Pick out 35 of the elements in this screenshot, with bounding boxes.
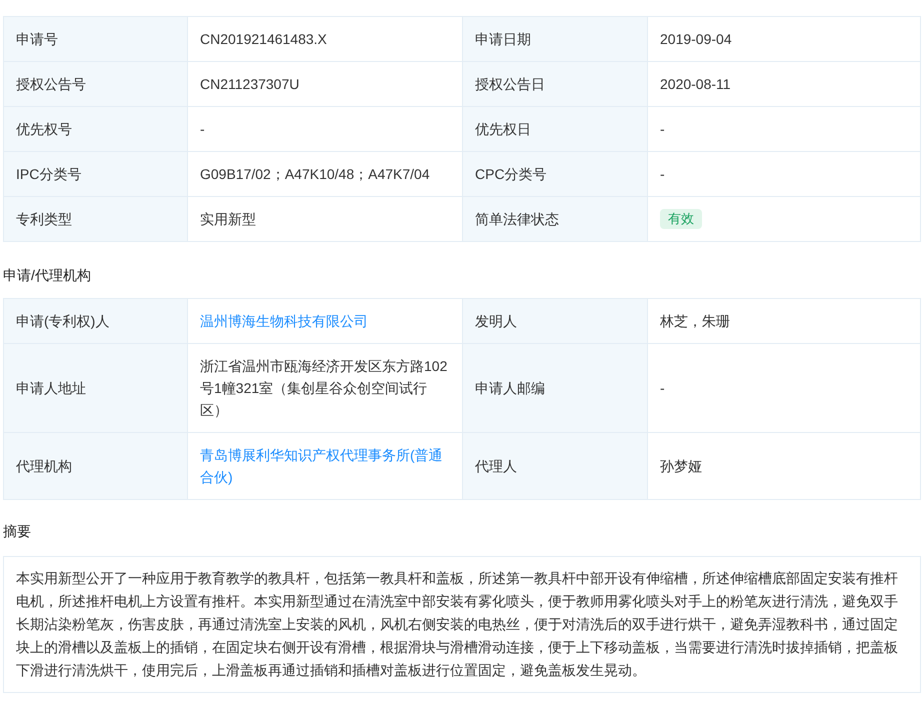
field-value: - bbox=[660, 379, 665, 398]
field-label: 申请号 bbox=[16, 30, 58, 49]
field-label: 代理人 bbox=[475, 457, 517, 476]
field-label: 申请人地址 bbox=[16, 379, 86, 398]
field-label: 申请人邮编 bbox=[475, 379, 545, 398]
field-value: CN211237307U bbox=[200, 75, 300, 94]
field-value: - bbox=[660, 120, 665, 139]
field-value: 2019-09-04 bbox=[660, 30, 732, 49]
field-label: 简单法律状态 bbox=[475, 210, 559, 229]
field-value: - bbox=[200, 120, 205, 139]
link[interactable]: 温州博海生物科技有限公司 bbox=[200, 310, 368, 332]
status-badge: 有效 bbox=[660, 209, 702, 229]
field-label: CPC分类号 bbox=[475, 165, 547, 184]
field-value: 实用新型 bbox=[200, 210, 256, 229]
field-label: 授权公告号 bbox=[16, 75, 86, 94]
field-value: 林芝，朱珊 bbox=[660, 312, 730, 331]
field-value: 浙江省温州市瓯海经济开发区东方路102号1幢321室（集创星谷众创空间试行区） bbox=[200, 357, 448, 420]
field-value: G09B17/02；A47K10/48；A47K7/04 bbox=[200, 165, 430, 184]
field-label: 申请(专利权)人 bbox=[16, 312, 110, 331]
field-label: 申请日期 bbox=[475, 30, 531, 49]
section-title: 摘要 bbox=[3, 523, 31, 539]
link[interactable]: 青岛博展利华知识产权代理事务所(普通合伙) bbox=[200, 444, 450, 488]
field-value: CN201921461483.X bbox=[200, 30, 327, 49]
field-label: 授权公告日 bbox=[475, 75, 545, 94]
field-label: 发明人 bbox=[475, 312, 517, 331]
field-value: 2020-08-11 bbox=[660, 75, 731, 94]
field-label: 代理机构 bbox=[16, 457, 72, 476]
field-value: - bbox=[660, 165, 665, 184]
field-value: 孙梦娅 bbox=[660, 457, 702, 476]
abstract-text: 本实用新型公开了一种应用于教育教学的教具杆，包括第一教具杆和盖板，所述第一教具杆中部开设有伸缩槽，所述伸缩槽底部固定安装有推杆电机，所述推杆电机上方设置有推杆。本实用新型通过在清洗室中部安装有雾化喷头，便于教师用雾化喷头对手上的粉笔灰进行清洗，避免双手长期沾染粉笔灰，伤害皮肤，再通过清洗室上安装的风机，风机右侧安装的电热丝，便于对清洗后的双手进行烘干，避免弄湿教科书，通过固定块上的滑槽以及盖板上的插销，在固定块右侧开设有滑槽，根据滑块与滑槽滑动连接，便于上下移动盖板，当需要进行清洗时拔掉插销，把盖板下滑进行清洗烘干，使用完后，上滑盖板再通过插销和插槽对盖板进行位置固定，避免盖板发生晃动。 bbox=[16, 569, 899, 680]
field-label: 优先权日 bbox=[475, 120, 531, 139]
field-label: 专利类型 bbox=[16, 210, 72, 229]
field-label: IPC分类号 bbox=[16, 165, 82, 184]
field-label: 优先权号 bbox=[16, 120, 72, 139]
section-title: 申请/代理机构 bbox=[3, 267, 91, 283]
